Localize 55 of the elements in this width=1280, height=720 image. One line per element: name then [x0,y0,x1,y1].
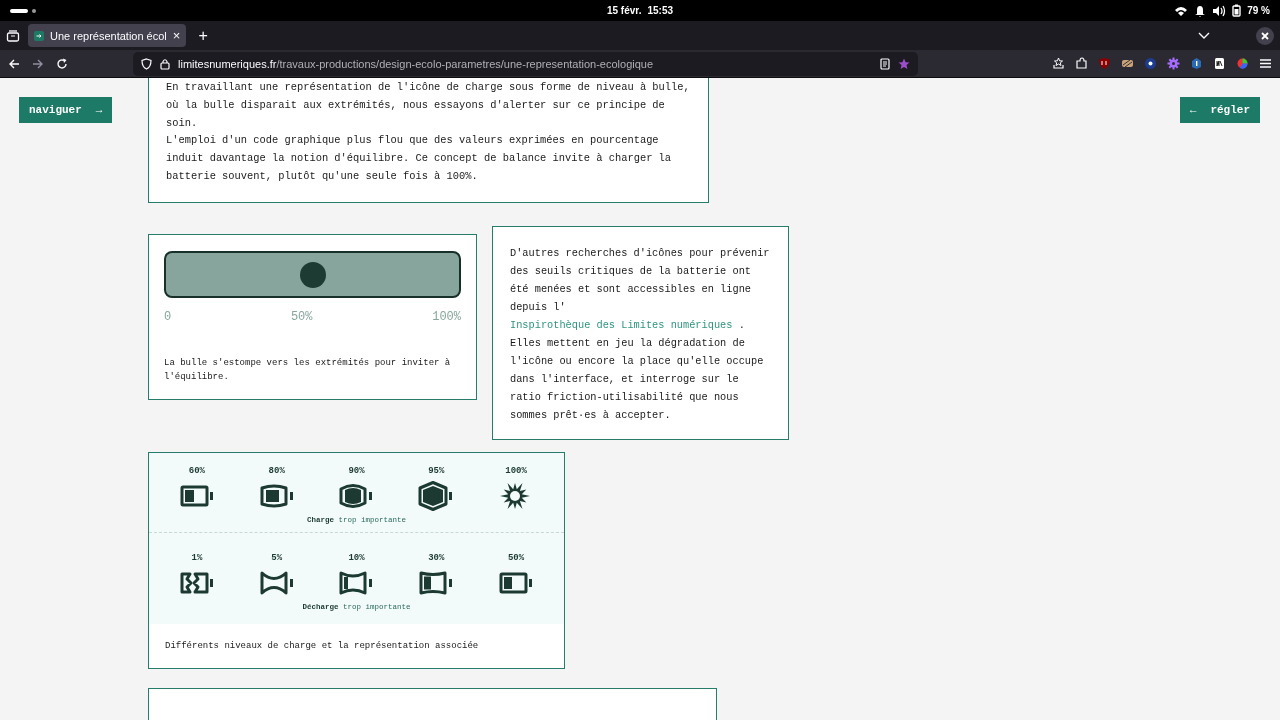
date-text: 15 févr. [606,5,642,16]
favicon-icon [34,30,44,41]
star-icon[interactable] [898,57,910,70]
url-path: /travaux-productions/design-ecolo-parametres/une-representation-ecologique [276,57,654,70]
shield-icon[interactable] [141,57,152,70]
percent-label: 10% [348,552,365,563]
percent-label: 30% [428,552,445,563]
color-wheel-icon[interactable] [1236,57,1249,70]
close-tab-button[interactable]: × [172,28,181,43]
reload-icon[interactable] [56,57,68,70]
tab-overview-icon[interactable] [6,28,20,43]
navigate-button[interactable]: naviguer → [19,97,113,123]
volume-icon [1212,4,1227,17]
browser-tab[interactable]: Une représentation écol × [28,24,187,47]
settings-button[interactable]: ← régler [1179,97,1260,123]
circle-icon[interactable] [1144,57,1157,70]
percent-label: 90% [348,465,365,476]
status-indicator-icon [10,6,36,15]
paragraph: L'emploi d'un code graphique plus flou que des valeurs exprimées en pourcentage induit davantage la notion d'équilibre. Ce concept de balance invite à charger la batterie souvent, plutôt qu'une seule fois à 100%. [166,133,673,184]
caption: Différents niveaux de charge et la représentation associée [164,639,480,653]
back-icon[interactable] [8,57,20,70]
percent-label: 100% [505,465,527,476]
battery-icon [1232,4,1242,17]
forward-icon[interactable] [32,57,44,70]
percent-label: 60% [188,465,205,476]
reader-view-icon[interactable] [880,57,890,70]
url-field[interactable]: limitesnumeriques.fr/travaux-productions/design-ecolo-parametres/une-representation-ecologique [133,51,918,76]
paragraph: En travaillant une représentation de l'icône de charge sous forme de niveau à bulle, où la bulle disparait aux extrémités, nous essayons d'alerter sur ce principe de soin. [166,80,691,131]
tick-label: 100% [432,309,461,324]
url-host: limitesnumeriques.fr [178,57,277,70]
tray-star-icon[interactable] [1052,57,1065,70]
percent-label: 50% [507,552,525,563]
percent-label: 1% [191,552,203,563]
paragraph: D'autres recherches d'icônes pour prévenir des seuils critiques de la batterie ont été menées et sont accessibles en ligne depuis l' Inspirothèque des Limites numériques . Elles mettent en jeu la dégradation de l'icône ou encore la place qu'elle occupe dans l'interface, et interroge sur le ratio friction-utilisabilité que nous sommes prêt·es à accepter. [510,245,771,423]
clock-text: 15:53 [647,5,674,16]
lock-icon[interactable] [160,57,170,70]
wifi-icon [1174,4,1189,17]
new-tab-button[interactable]: + [194,26,212,45]
tick-label: 50% [290,309,313,324]
inspirotheque-link[interactable]: Inspirothèque des Limites numériques [510,318,733,331]
badge-icon[interactable] [1190,57,1203,70]
stripes-icon[interactable] [1121,57,1134,70]
gear-icon[interactable] [1167,57,1180,70]
menu-icon[interactable] [1259,57,1272,70]
percent-label: 80% [268,465,285,476]
percent-label: 5% [271,552,283,563]
caption: La bulle s'estompe vers les extrémités pour inviter à l'équilibre. [164,356,452,384]
document-icon[interactable] [1213,57,1226,70]
tick-label: 0 [164,309,172,324]
bell-icon [1194,4,1207,17]
close-icon[interactable] [1256,26,1274,45]
percent-label: 95% [428,465,445,476]
puzzle-icon[interactable] [1075,57,1088,70]
chevron-down-icon[interactable] [1198,31,1210,40]
battery-percent: 79 % [1247,5,1270,16]
